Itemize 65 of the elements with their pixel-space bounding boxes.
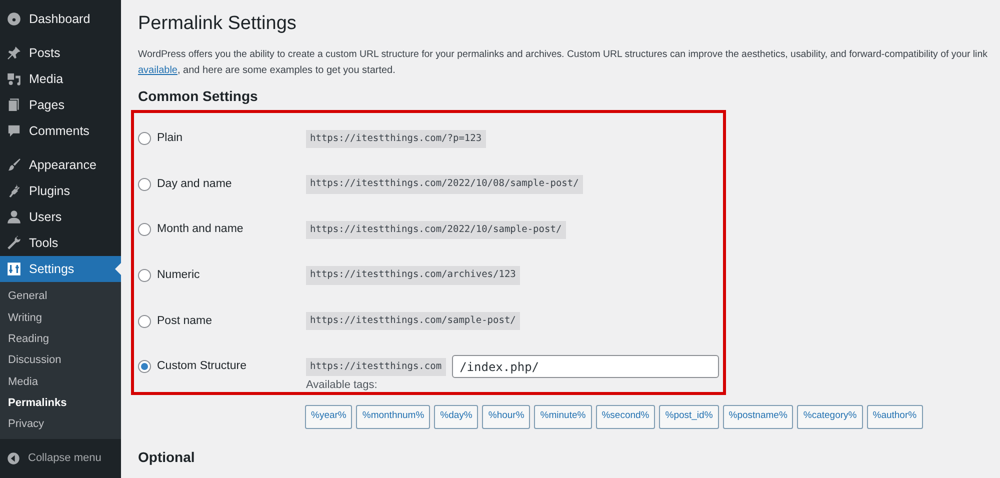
brush-icon	[6, 157, 22, 173]
tag-button[interactable]: %minute%	[534, 404, 592, 429]
sidebar-item[interactable]: Comments	[0, 118, 121, 144]
radio-button[interactable]	[138, 314, 151, 328]
available-link[interactable]: available	[138, 65, 178, 76]
submenu-item[interactable]: Media	[0, 371, 121, 392]
radio-button[interactable]	[138, 223, 151, 236]
example-url: https://itestthings.com/?p=123	[306, 130, 486, 148]
section-heading: Common Settings	[138, 87, 259, 105]
sidebar-item[interactable]: Pages	[0, 92, 121, 118]
intro-text: WordPress offers you the ability to create a custom URL structure for your permalinks and archives. Custom URL structures can improve the aesthetics, usability, and forward-compatibility of your link	[138, 48, 988, 62]
comment-icon	[6, 123, 22, 139]
tag-button[interactable]: %author%	[866, 404, 923, 429]
section-heading: Optional	[138, 448, 196, 465]
radio-button[interactable]	[138, 269, 151, 282]
collapse-menu-button[interactable]: Collapse menu	[0, 447, 121, 470]
example-url: https://itestthings.com/2022/10/08/sample-post/	[306, 175, 583, 194]
submenu-item[interactable]: Permalinks	[0, 392, 121, 414]
tag-button[interactable]: %postname%	[722, 404, 794, 429]
option-label: Custom Structure	[157, 359, 246, 374]
user-icon	[6, 209, 22, 225]
sidebar-item[interactable]: Appearance	[0, 152, 121, 178]
tag-button[interactable]: %second%	[596, 404, 656, 429]
pin-icon	[6, 45, 22, 61]
submenu-item[interactable]: Privacy	[0, 414, 121, 436]
sidebar-item[interactable]: Tools	[0, 230, 121, 256]
example-url: https://itestthings.com/sample-post/	[306, 312, 520, 330]
option-label: Day and name	[157, 176, 232, 192]
option-label: Numeric	[157, 268, 200, 283]
page-title: Permalink Settings	[138, 12, 298, 36]
intro-text: , and here are some examples to get you started.	[177, 65, 396, 76]
radio-button[interactable]	[138, 360, 151, 374]
sidebar-item[interactable]: Posts	[0, 40, 121, 66]
tag-button[interactable]: %category%	[797, 404, 863, 429]
tag-button[interactable]: %monthnum%	[356, 404, 430, 429]
example-url: https://itestthings.com/archives/123	[306, 266, 520, 285]
sidebar-item[interactable]: Plugins	[0, 178, 121, 204]
tags-label: Available tags:	[306, 378, 378, 392]
tag-button[interactable]: %post_id%	[659, 404, 719, 429]
tag-button[interactable]: %hour%	[482, 404, 530, 429]
sidebar-item[interactable]: Settings	[0, 256, 121, 282]
pages-icon	[6, 97, 22, 113]
radio-button[interactable]	[138, 178, 151, 191]
media-icon	[6, 71, 22, 87]
submenu-item[interactable]: Writing	[0, 307, 121, 329]
radio-button[interactable]	[138, 132, 151, 146]
tag-button[interactable]: %year%	[305, 404, 352, 429]
current-pointer-icon	[115, 263, 121, 275]
sliders-icon	[6, 261, 22, 277]
option-label: Plain	[157, 131, 183, 146]
option-label: Month and name	[157, 222, 244, 238]
example-url: https://itestthings.com	[306, 358, 446, 376]
collapse-icon	[7, 452, 20, 465]
wrench-icon	[6, 235, 22, 251]
sidebar-item[interactable]: Media	[0, 66, 121, 92]
structure-input[interactable]: /index.php/	[452, 355, 719, 378]
dashboard-icon	[6, 11, 22, 27]
sidebar-item[interactable]: Dashboard	[0, 6, 121, 32]
submenu-item[interactable]: Reading	[0, 328, 121, 350]
option-label: Post name	[157, 314, 212, 329]
example-url: https://itestthings.com/2022/10/sample-post/	[306, 220, 566, 240]
submenu-item[interactable]: General	[0, 286, 121, 308]
sidebar-item[interactable]: Users	[0, 204, 121, 230]
submenu-item[interactable]: Discussion	[0, 350, 121, 372]
tag-button[interactable]: %day%	[434, 404, 478, 429]
